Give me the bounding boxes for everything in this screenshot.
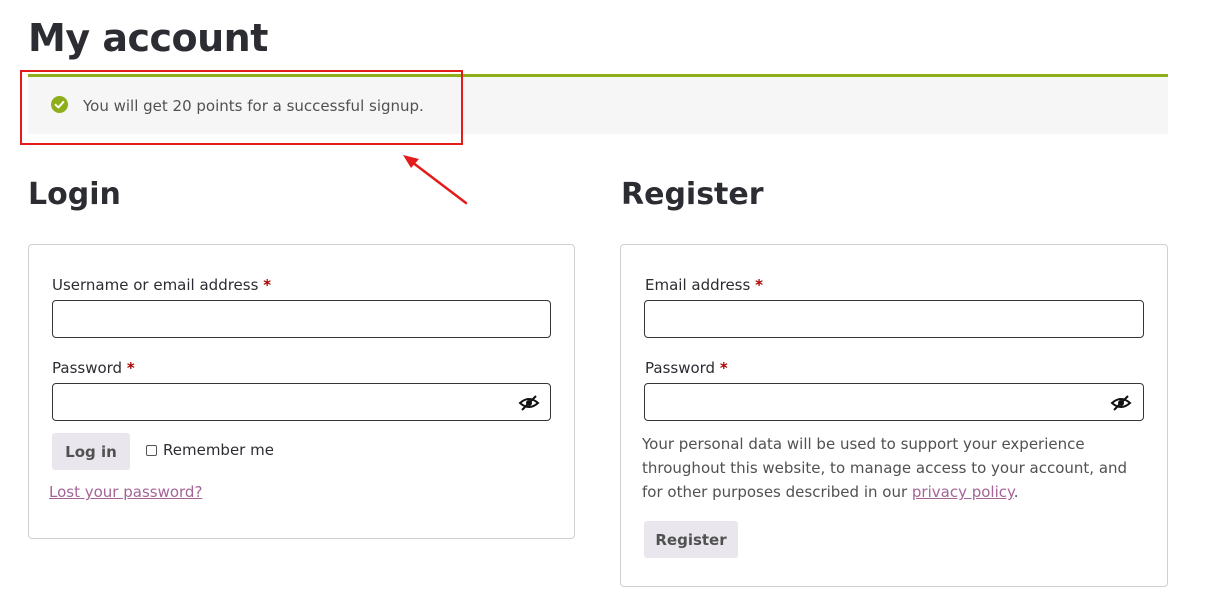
remember-me-label: Remember me [163,441,274,459]
signup-points-notice: You will get 20 points for a successful … [28,74,1168,134]
required-marker: * [263,276,272,294]
register-password-input[interactable] [644,383,1144,421]
show-password-icon[interactable] [1110,394,1132,412]
check-circle-icon [51,96,68,113]
email-input[interactable] [644,300,1144,338]
required-marker: * [755,276,763,294]
login-heading: Login [28,177,121,212]
email-label: Email address * [645,276,763,294]
register-password-label: Password * [645,359,728,377]
annotation-arrow-icon [403,155,468,205]
login-password-input[interactable] [52,383,551,421]
login-button[interactable]: Log in [52,433,130,470]
required-marker: * [719,359,728,377]
notice-message: You will get 20 points for a successful … [83,97,424,115]
username-input[interactable] [52,300,551,338]
register-button[interactable]: Register [644,521,738,558]
privacy-policy-link[interactable]: privacy policy [912,483,1014,501]
lost-password-link[interactable]: Lost your password? [49,482,202,502]
privacy-notice: Your personal data will be used to suppo… [642,435,1128,501]
remember-me-checkbox[interactable] [146,444,157,456]
required-marker: * [126,359,135,377]
register-heading: Register [621,177,764,212]
page-title: My account [28,16,268,60]
remember-me[interactable]: Remember me [146,440,274,460]
show-password-icon[interactable] [518,394,540,412]
username-label: Username or email address * [52,276,272,294]
login-password-label: Password * [52,359,135,377]
